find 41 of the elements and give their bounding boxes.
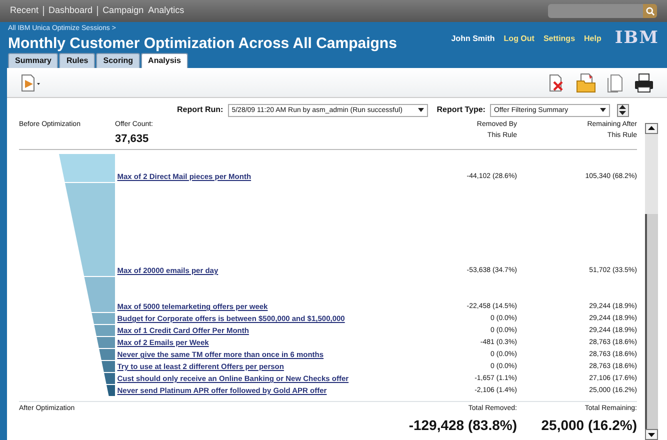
search-icon (646, 6, 654, 16)
header-link[interactable]: Log Out (504, 32, 534, 45)
scroll-thumb[interactable] (645, 214, 658, 429)
total-remaining: 25,000 (16.2%) (541, 416, 637, 435)
funnel-segment (102, 361, 115, 372)
tab[interactable]: Rules (59, 53, 96, 68)
report-run-label: Report Run: (177, 104, 224, 116)
caret-icon (600, 108, 606, 112)
funnel-segment (96, 337, 115, 348)
nav-link[interactable]: Analytics (148, 4, 184, 18)
funnel-segment (106, 385, 115, 396)
scroll-up-button[interactable] (645, 122, 658, 134)
header-link[interactable]: Help (584, 32, 602, 45)
print-button[interactable] (633, 72, 655, 92)
folder-button[interactable] (575, 72, 597, 92)
up-arrow-icon (648, 126, 655, 130)
nav-link[interactable]: Recent (10, 4, 39, 18)
logo: IBM (614, 27, 659, 50)
user-name-link[interactable]: John Smith (451, 32, 495, 45)
search-button[interactable] (643, 4, 657, 18)
report-type-label: Report Type: (436, 104, 486, 116)
tab[interactable]: Analysis (141, 53, 188, 68)
copy-button[interactable] (606, 72, 624, 92)
header-link[interactable]: Settings (543, 32, 576, 45)
search-field[interactable] (548, 4, 643, 18)
scrollbar[interactable] (645, 122, 658, 440)
tab[interactable]: Scoring (96, 53, 140, 68)
scroll-down-button[interactable] (645, 429, 658, 440)
funnel-segment (99, 349, 115, 360)
offer-count: 37,635 (115, 132, 150, 147)
funnel-segment (94, 325, 115, 336)
nav-link[interactable]: Campaign (102, 4, 144, 18)
down-arrow-icon (648, 432, 655, 436)
tab[interactable]: Summary (8, 53, 58, 68)
nav-link[interactable]: Dashboard (48, 4, 93, 18)
caret-icon (418, 108, 424, 112)
spinner-button[interactable] (616, 104, 629, 117)
export-button[interactable] (19, 72, 43, 92)
page-title: Monthly Customer Optimization Across All Campaigns (8, 34, 397, 52)
funnel-segment (104, 373, 115, 384)
total-removed: -129,428 (83.8%) (408, 416, 517, 435)
